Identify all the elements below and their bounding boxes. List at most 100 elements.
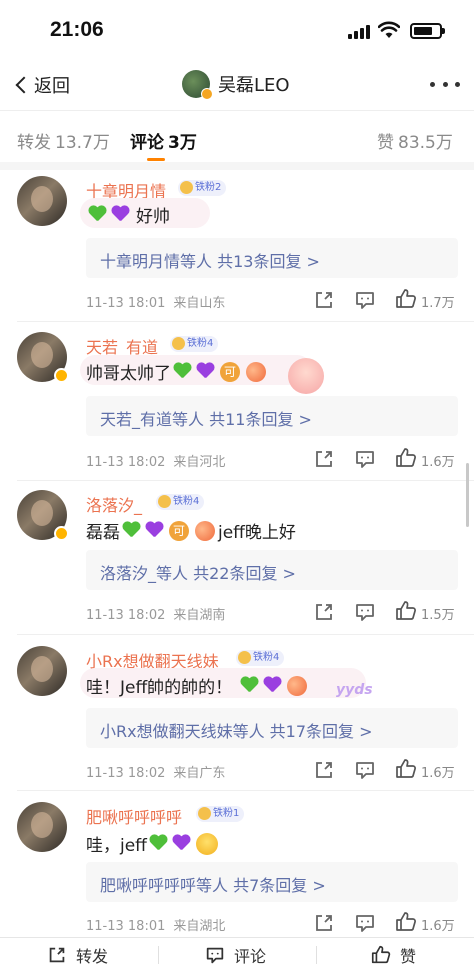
section-gap <box>0 162 474 170</box>
purple-heart-icon <box>196 363 215 380</box>
share-icon[interactable] <box>312 911 336 935</box>
tab-repost-count: 13.7万 <box>55 133 110 153</box>
comment-username[interactable]: 肥啾呼呼呼呼 <box>86 804 182 828</box>
reply-summary[interactable]: 肥啾呼呼呼呼等人 共7条回复 > <box>86 862 458 902</box>
comment-icon[interactable] <box>353 447 377 471</box>
like-icon[interactable] <box>394 287 418 311</box>
like-icon[interactable] <box>394 910 418 934</box>
purple-heart-icon <box>111 206 130 223</box>
nav-user-name: 吴磊LEO <box>218 75 290 96</box>
bottom-repost-button[interactable]: 转发 <box>46 944 108 966</box>
comment-icon[interactable] <box>353 600 377 624</box>
sticker-icon <box>288 358 324 394</box>
comment-text: 帅哥太帅了 可 <box>86 359 269 384</box>
tab-repost-label: 转发 <box>17 133 51 153</box>
nav-avatar <box>182 70 213 100</box>
comment-icon[interactable] <box>353 288 377 312</box>
comment-time: 11-13 18:02 <box>86 766 166 781</box>
tab-likes-count: 83.5万 <box>398 133 453 153</box>
like-count: 1.6万 <box>421 766 455 781</box>
comment-meta: 11-13 18:01 来自山东 <box>86 292 225 311</box>
avatar[interactable] <box>17 176 67 226</box>
comment-divider <box>17 321 474 322</box>
fan-badge: 铁粉4 <box>156 494 205 510</box>
bottom-like-button[interactable]: 赞 <box>370 944 416 966</box>
green-heart-icon <box>240 677 259 694</box>
reply-summary[interactable]: 天若_有道等人 共11条回复 > <box>86 396 458 436</box>
share-icon[interactable] <box>312 600 336 624</box>
back-label: 返回 <box>34 76 70 97</box>
peach-icon <box>195 520 215 541</box>
bottom-comment-button[interactable]: 评论 <box>204 944 266 966</box>
tab-comments-count: 3万 <box>168 133 197 153</box>
comment-text: 好帅 <box>86 202 170 227</box>
comment-location: 来自湖南 <box>173 608 226 623</box>
green-heart-icon <box>122 522 141 539</box>
ke-emoji-icon: 可 <box>169 520 189 541</box>
yyds-sticker: yyds <box>336 682 373 698</box>
like-icon[interactable] <box>394 757 418 781</box>
status-time: 21:06 <box>50 18 104 41</box>
comment-text-content: 帅哥太帅了 <box>86 364 171 384</box>
purple-heart-icon <box>172 835 191 852</box>
comment-text-prefix: 磊磊 <box>86 523 120 543</box>
peach-icon <box>287 675 308 696</box>
comment-icon[interactable] <box>353 758 377 782</box>
like-icon[interactable] <box>394 599 418 623</box>
reply-summary[interactable]: 十章明月情等人 共13条回复 > <box>86 238 458 278</box>
comment-item: 洛落汐_ 铁粉4 磊磊 可 jeff晚上好 洛落汐_等人 共22条回复 > 11… <box>0 484 474 634</box>
tab-likes-label: 赞 <box>377 133 394 153</box>
bottom-action-bar: 转发 评论 赞 <box>0 937 474 971</box>
tab-likes[interactable]: 赞 83.5万 <box>377 128 453 153</box>
green-heart-icon <box>173 363 192 380</box>
comment-text: 哇！Jeff帥的帥的！ <box>86 673 310 698</box>
tab-bar: 转发 13.7万 评论 3万 赞 83.5万 <box>0 112 474 164</box>
emoji-face-icon <box>195 832 218 855</box>
comment-location: 来自湖北 <box>173 919 226 934</box>
reply-summary[interactable]: 洛落汐_等人 共22条回复 > <box>86 550 458 590</box>
comment-username[interactable]: 洛落汐_ <box>86 492 142 516</box>
like-icon[interactable] <box>394 446 418 470</box>
scrollbar[interactable] <box>466 463 469 527</box>
comment-text-content: 哇！Jeff帥的帥的！ <box>86 678 233 698</box>
more-icon[interactable] <box>430 82 460 88</box>
reply-summary[interactable]: 小Rx想做翻天线妹等人 共17条回复 > <box>86 708 458 748</box>
comment-meta: 11-13 18:02 来自河北 <box>86 451 225 470</box>
bottom-comment-label: 评论 <box>234 947 267 966</box>
like-count: 1.5万 <box>421 608 455 623</box>
comment-text-content: 哇，jeff <box>86 836 147 856</box>
share-icon[interactable] <box>312 758 336 782</box>
share-icon[interactable] <box>312 288 336 312</box>
green-heart-icon <box>149 835 168 852</box>
share-icon[interactable] <box>312 447 336 471</box>
vip-icon <box>54 368 69 383</box>
avatar[interactable] <box>17 802 67 852</box>
bottom-repost-label: 转发 <box>76 947 109 966</box>
avatar[interactable] <box>17 646 67 696</box>
comment-icon[interactable] <box>353 911 377 935</box>
back-button[interactable]: 返回 <box>14 72 70 98</box>
purple-heart-icon <box>145 522 164 539</box>
tab-comments[interactable]: 评论 3万 <box>130 128 197 153</box>
purple-heart-icon <box>263 677 282 694</box>
tab-comments-label: 评论 <box>130 133 164 153</box>
comment-location: 来自河北 <box>173 455 226 470</box>
fan-badge: 铁粉4 <box>236 650 285 666</box>
signal-icon <box>348 24 372 39</box>
comment-meta: 11-13 18:02 来自湖南 <box>86 604 225 623</box>
tab-repost[interactable]: 转发 13.7万 <box>17 128 110 153</box>
nav-user[interactable]: 吴磊LEO <box>182 70 290 100</box>
comment-item: 肥啾呼呼呼呼 铁粉1 哇，jeff 肥啾呼呼呼呼等人 共7条回复 > 11-13… <box>0 794 474 937</box>
reply-summary-text: 肥啾呼呼呼呼等人 共7条回复 > <box>100 876 326 895</box>
peach-icon <box>246 361 266 382</box>
bottom-separator <box>158 946 159 964</box>
reply-summary-text: 十章明月情等人 共13条回复 > <box>100 252 320 271</box>
comment-location: 来自山东 <box>173 296 226 311</box>
comment-meta: 11-13 18:01 来自湖北 <box>86 915 225 934</box>
like-icon <box>371 945 391 964</box>
like-count: 1.6万 <box>421 455 455 470</box>
vip-icon <box>54 526 69 541</box>
verified-icon <box>201 88 213 100</box>
comment-time: 11-13 18:02 <box>86 455 166 470</box>
comment-text: 哇，jeff <box>86 831 221 856</box>
